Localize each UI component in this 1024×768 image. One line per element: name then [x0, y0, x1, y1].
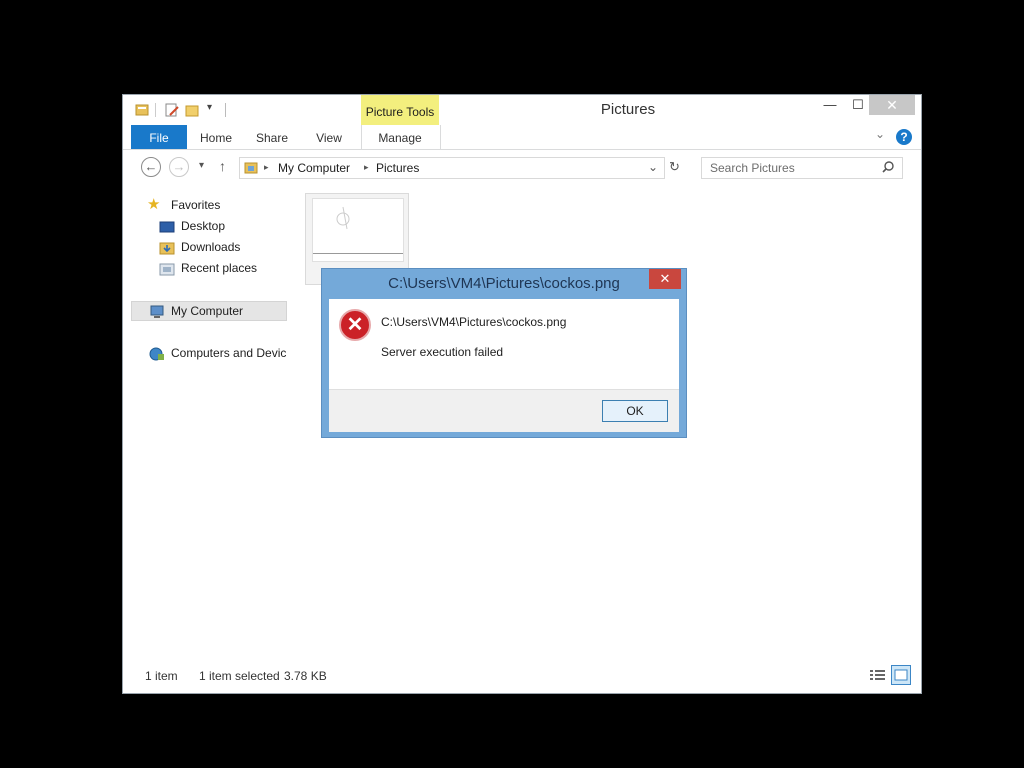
nav-item-label: Computers and Devic [171, 346, 287, 360]
details-view-icon[interactable] [869, 667, 887, 683]
dialog-title: C:\Users\VM4\Pictures\cockos.png [388, 275, 620, 292]
up-button[interactable]: ↑ [219, 158, 226, 174]
folder-properties-icon[interactable] [135, 103, 149, 117]
desktop-icon [159, 220, 175, 234]
breadcrumb-separator-icon: ▸ [264, 162, 269, 172]
back-button[interactable]: ← [141, 157, 161, 177]
nav-item-my-computer[interactable]: My Computer [149, 301, 243, 321]
nav-item-label: My Computer [171, 304, 244, 318]
close-button[interactable]: ✕ [869, 95, 915, 115]
forward-button[interactable]: → [169, 157, 189, 177]
separator [155, 103, 156, 117]
status-item-count: 1 item [145, 669, 178, 683]
tab-view[interactable]: View [305, 125, 353, 149]
recent-locations-dropdown-icon[interactable]: ▾ [199, 160, 204, 171]
search-input[interactable]: Search Pictures [710, 161, 795, 175]
recent-places-icon [159, 262, 175, 276]
customize-quick-access-icon[interactable]: ▾ [207, 102, 212, 113]
nav-favorites-label: Favorites [171, 198, 221, 212]
tab-share[interactable]: Share [249, 125, 295, 149]
nav-favorites[interactable]: ★ Favorites [147, 195, 221, 215]
dialog-body: ✕ C:\Users\VM4\Pictures\cockos.png Serve… [329, 299, 679, 432]
window-title: Pictures [600, 101, 656, 118]
nav-item-label: Downloads [181, 240, 241, 254]
refresh-icon[interactable]: ↻ [669, 159, 680, 175]
large-icons-view-icon[interactable] [891, 665, 911, 685]
search-box[interactable]: Search Pictures [701, 157, 903, 179]
computer-icon [149, 305, 165, 319]
breadcrumb-pictures[interactable]: Pictures [376, 161, 419, 175]
ribbon-tabs: File Home Share View Manage ⌄ ? [123, 125, 921, 150]
tab-file[interactable]: File [131, 125, 187, 149]
nav-item-network[interactable]: Computers and Devic [149, 343, 289, 363]
error-icon: ✕ [339, 309, 371, 341]
help-icon[interactable]: ? [896, 129, 912, 145]
address-dropdown-icon[interactable]: ⌄ [648, 160, 658, 174]
separator [225, 103, 226, 117]
status-selection: 1 item selected [199, 669, 280, 683]
navigation-bar: ← → ▾ ↑ ▸ My Computer ▸ Pictures ⌄ ↻ Sea… [123, 151, 921, 183]
nav-item-label: Recent places [181, 261, 258, 275]
dialog-close-button[interactable]: ✕ [649, 269, 681, 289]
properties-icon[interactable] [165, 103, 179, 117]
pictures-folder-icon [244, 161, 258, 178]
nav-item-downloads[interactable]: Downloads [159, 237, 240, 257]
star-icon: ★ [147, 196, 161, 213]
tab-home[interactable]: Home [193, 125, 239, 149]
expand-ribbon-icon[interactable]: ⌄ [875, 127, 885, 141]
dialog-message: Server execution failed [381, 345, 504, 359]
dialog-button-bar: OK [329, 389, 679, 432]
downloads-icon [159, 241, 175, 255]
thumbnail-preview [312, 198, 404, 262]
nav-item-desktop[interactable]: Desktop [159, 216, 225, 236]
nav-item-label: Desktop [181, 219, 226, 233]
status-size: 3.78 KB [284, 669, 327, 683]
ok-button[interactable]: OK [602, 400, 668, 422]
network-icon [149, 347, 165, 361]
breadcrumb-separator-icon: ▸ [364, 162, 369, 172]
nav-item-recent-places[interactable]: Recent places [159, 258, 257, 278]
dialog-message-path: C:\Users\VM4\Pictures\cockos.png [381, 315, 567, 329]
title-bar: ▾ Picture Tools Pictures — ☐ ✕ [123, 95, 921, 125]
breadcrumb-my-computer[interactable]: My Computer [278, 161, 350, 175]
new-folder-icon[interactable] [185, 103, 199, 117]
error-dialog: C:\Users\VM4\Pictures\cockos.png ✕ ✕ C:\… [321, 268, 687, 438]
search-icon[interactable] [882, 161, 894, 176]
address-bar[interactable]: ▸ My Computer ▸ Pictures ⌄ [239, 157, 665, 179]
tab-manage[interactable]: Manage [361, 125, 439, 149]
picture-tools-contextual-label: Picture Tools [361, 95, 439, 125]
